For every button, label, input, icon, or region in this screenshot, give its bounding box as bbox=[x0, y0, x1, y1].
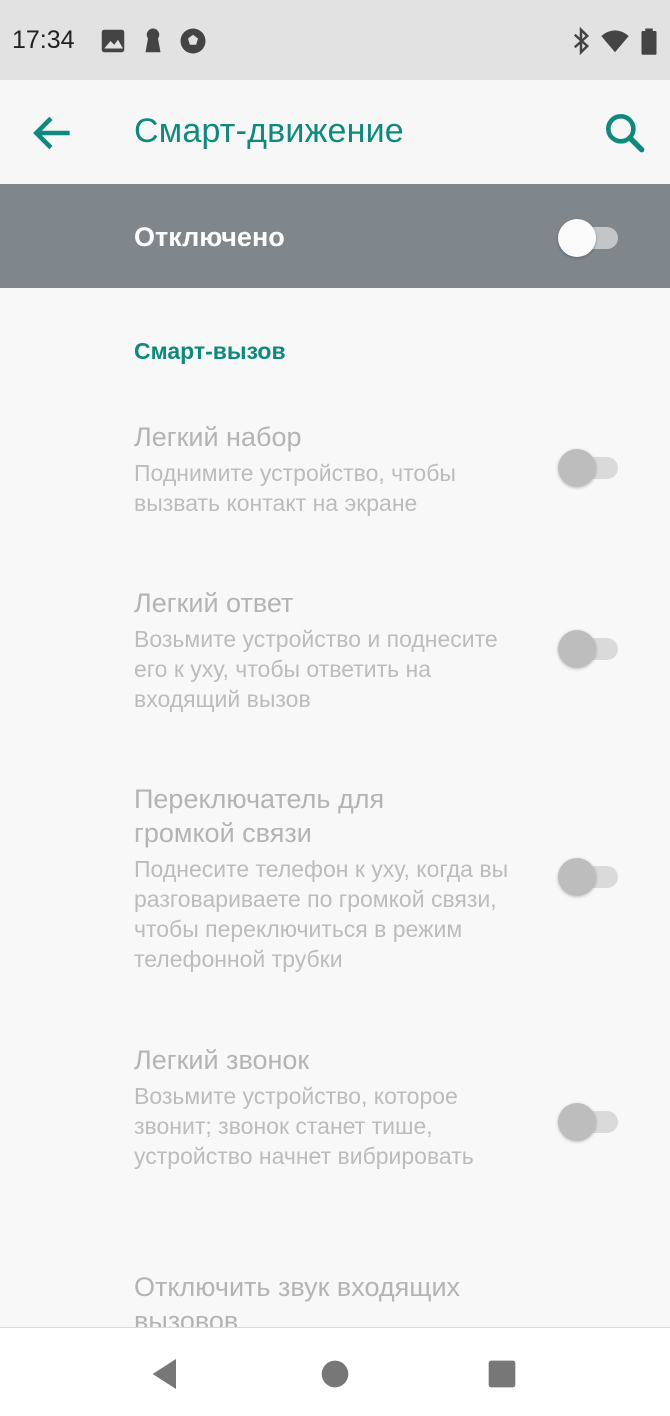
pref-item-easy-dial[interactable]: Легкий набор Поднимите устройство, чтобы… bbox=[0, 420, 670, 540]
toggle-thumb bbox=[558, 449, 596, 487]
status-bar: 17:34 bbox=[0, 0, 670, 80]
page-title: Смарт-движение bbox=[134, 112, 404, 150]
nav-home-icon[interactable] bbox=[315, 1354, 355, 1394]
pref-summary: Поднесите телефон к уху, когда вы разгов… bbox=[134, 856, 509, 972]
master-toggle-thumb bbox=[558, 219, 596, 257]
app-bar: Смарт-движение bbox=[0, 80, 670, 184]
master-toggle[interactable] bbox=[558, 218, 620, 258]
nav-recents-icon[interactable] bbox=[482, 1354, 522, 1394]
master-switch-label: Отключено bbox=[134, 222, 285, 252]
pref-toggle-easy-answer[interactable] bbox=[558, 629, 620, 669]
section-header: Смарт-вызов bbox=[134, 338, 286, 364]
pref-item-speakerphone-switch[interactable]: Переключатель для громкой связи Поднесит… bbox=[0, 782, 670, 982]
pref-toggle-easy-ring[interactable] bbox=[558, 1102, 620, 1142]
pref-item-easy-ring[interactable]: Легкий звонок Возьмите устройство, котор… bbox=[0, 1043, 670, 1213]
pref-summary: Возьмите устройство, которое звонит; зво… bbox=[134, 1083, 474, 1169]
pref-toggle-speakerphone-switch[interactable] bbox=[558, 857, 620, 897]
pref-toggle-easy-dial[interactable] bbox=[558, 448, 620, 488]
toggle-thumb bbox=[558, 858, 596, 896]
navigation-bar bbox=[0, 1327, 670, 1416]
nav-back-icon[interactable] bbox=[146, 1354, 186, 1394]
pref-title: Легкий набор bbox=[134, 422, 302, 452]
pref-summary: Поднимите устройство, чтобы вызвать конт… bbox=[134, 460, 456, 516]
bluetooth-icon bbox=[573, 26, 590, 56]
search-icon[interactable] bbox=[600, 108, 650, 158]
pref-item-mute-incoming[interactable]: Отключить звук входящих вызовов bbox=[0, 1270, 670, 1327]
wifi-icon bbox=[601, 30, 629, 53]
pref-title: Переключатель для громкой связи bbox=[134, 784, 385, 848]
keyhole-icon bbox=[145, 28, 161, 53]
toggle-thumb bbox=[558, 1103, 596, 1141]
pref-title: Отключить звук входящих вызовов bbox=[134, 1272, 461, 1327]
master-switch-bar[interactable]: Отключено bbox=[0, 184, 670, 288]
toggle-thumb bbox=[558, 630, 596, 668]
soccer-ball-icon bbox=[180, 28, 206, 54]
arrow-back-icon[interactable] bbox=[28, 108, 78, 158]
pref-title: Легкий звонок bbox=[134, 1045, 310, 1075]
status-time: 17:34 bbox=[12, 26, 75, 54]
pref-item-easy-answer[interactable]: Легкий ответ Возьмите устройство и подне… bbox=[0, 586, 670, 736]
battery-icon bbox=[641, 28, 657, 55]
pref-summary: Возьмите устройство и поднесите его к ух… bbox=[134, 626, 498, 712]
pref-title: Легкий ответ bbox=[134, 588, 294, 618]
image-icon bbox=[101, 29, 125, 53]
